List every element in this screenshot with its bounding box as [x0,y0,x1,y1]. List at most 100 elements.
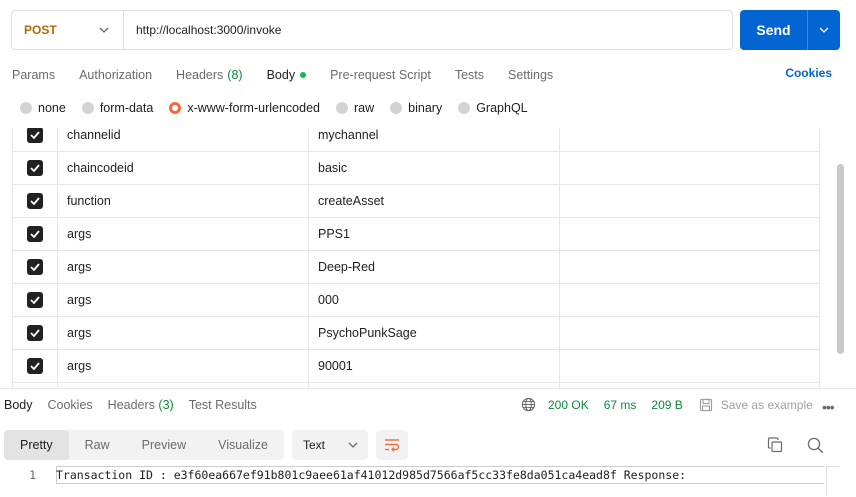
radio-label: GraphQL [476,101,528,115]
checkbox-checked-icon [27,160,43,176]
row-checkbox[interactable] [12,185,58,217]
status-code[interactable]: 200 OK [548,398,589,412]
line-number: 1 [29,468,36,482]
more-options-icon[interactable]: ••• [822,399,835,415]
response-tab-body[interactable]: Body [4,398,33,412]
param-key[interactable]: args [58,317,309,349]
view-preview[interactable]: Preview [126,430,202,460]
param-value[interactable]: PPS1 [309,218,560,250]
table-row: args PsychoPunkSage [12,317,820,350]
save-icon [699,398,712,411]
param-description[interactable] [560,218,820,250]
row-checkbox[interactable] [12,317,58,349]
response-tab-cookies[interactable]: Cookies [48,398,93,412]
param-description[interactable] [560,284,820,316]
save-as-example-label: Save as example [720,397,813,412]
radio-icon [336,102,348,114]
param-key[interactable]: function [58,185,309,217]
param-key[interactable]: chaincodeid [58,152,309,184]
response-tab-headers[interactable]: Headers (3) [108,398,174,412]
param-key[interactable]: channelid [58,128,309,151]
param-value[interactable]: PsychoPunkSage [309,317,560,349]
row-checkbox[interactable] [12,350,58,382]
body-type-none[interactable]: none [20,101,66,115]
param-value[interactable]: basic [309,152,560,184]
param-value[interactable]: createAsset [309,185,560,217]
param-key[interactable]: args [58,218,309,250]
param-value[interactable]: Deep-Red [309,251,560,283]
param-description[interactable] [560,128,820,151]
body-type-raw[interactable]: raw [336,101,374,115]
row-checkbox[interactable] [12,251,58,283]
table-row: channelid mychannel [12,128,820,152]
tab-body[interactable]: Body [267,65,307,85]
body-type-graphql[interactable]: GraphQL [458,101,528,115]
search-icon[interactable] [807,437,824,454]
save-as-example-button[interactable]: Save as example [699,398,813,412]
view-visualize[interactable]: Visualize [202,430,284,460]
request-url-bar: POST [11,10,733,50]
cookies-link[interactable]: Cookies [785,66,832,80]
param-key[interactable]: args [58,251,309,283]
tab-pre-request-script[interactable]: Pre-request Script [330,65,431,85]
param-key[interactable]: args [58,284,309,316]
param-description[interactable] [560,350,820,382]
param-key[interactable]: args [58,350,309,382]
tab-label: Params [12,68,56,82]
chevron-down-icon [819,27,829,33]
table-row: args Deep-Red [12,251,820,284]
param-description[interactable] [560,251,820,283]
response-time[interactable]: 67 ms [604,398,637,412]
copy-icon[interactable] [767,437,783,453]
row-checkbox[interactable] [12,152,58,184]
response-meta: 200 OK 67 ms 209 B Save as example [521,397,813,412]
wrap-lines-icon [384,439,400,452]
body-type-urlencoded[interactable]: x-www-form-urlencoded [169,101,320,115]
method-label: POST [24,23,57,37]
globe-icon[interactable] [521,397,536,412]
scrollbar-thumb[interactable] [837,164,844,354]
param-value[interactable]: 000 [309,284,560,316]
row-checkbox[interactable] [12,218,58,250]
send-options-button[interactable] [808,10,840,50]
view-pretty[interactable]: Pretty [4,430,69,460]
format-select[interactable]: Text [291,430,368,460]
radio-icon [81,102,94,114]
param-description[interactable] [560,317,820,349]
checkbox-checked-icon [27,193,43,209]
method-select[interactable]: POST [12,11,124,49]
radio-label: none [38,101,66,115]
body-type-binary[interactable]: binary [390,101,442,115]
response-divider[interactable] [0,388,856,389]
param-value[interactable]: mychannel [309,128,560,151]
row-checkbox[interactable] [12,284,58,316]
response-tab-test-results[interactable]: Test Results [189,398,257,412]
tab-label: Pre-request Script [330,68,431,82]
table-row: args PPS1 [12,218,820,251]
view-raw[interactable]: Raw [69,430,126,460]
params-scrollbar[interactable] [837,128,845,388]
response-size[interactable]: 209 B [651,398,682,412]
tab-tests[interactable]: Tests [455,65,484,85]
tab-label: Settings [508,68,554,82]
body-type-radio-group: none form-data x-www-form-urlencoded raw… [20,101,544,115]
table-row: function createAsset [12,185,820,218]
radio-icon [20,102,32,114]
tab-headers[interactable]: Headers (8) [176,65,243,85]
response-tabs: Body Cookies Headers (3) Test Results [4,398,272,412]
tab-params[interactable]: Params [12,65,55,85]
body-type-form-data[interactable]: form-data [81,101,153,115]
request-tabs: Params Authorization Headers (8) Body Pre… [12,65,832,85]
row-checkbox[interactable] [12,128,58,151]
radio-label: binary [408,101,443,115]
response-scrollbar[interactable] [826,466,840,496]
param-description[interactable] [560,152,820,184]
response-body-text[interactable]: Transaction ID : e3f60ea667ef91b801c9aee… [56,468,686,482]
param-description[interactable] [560,185,820,217]
tab-settings[interactable]: Settings [508,65,553,85]
param-value[interactable]: 90001 [309,350,560,382]
send-button[interactable]: Send [740,10,807,50]
wrap-lines-button[interactable] [375,430,408,460]
url-input[interactable] [124,11,732,49]
tab-authorization[interactable]: Authorization [79,65,152,85]
